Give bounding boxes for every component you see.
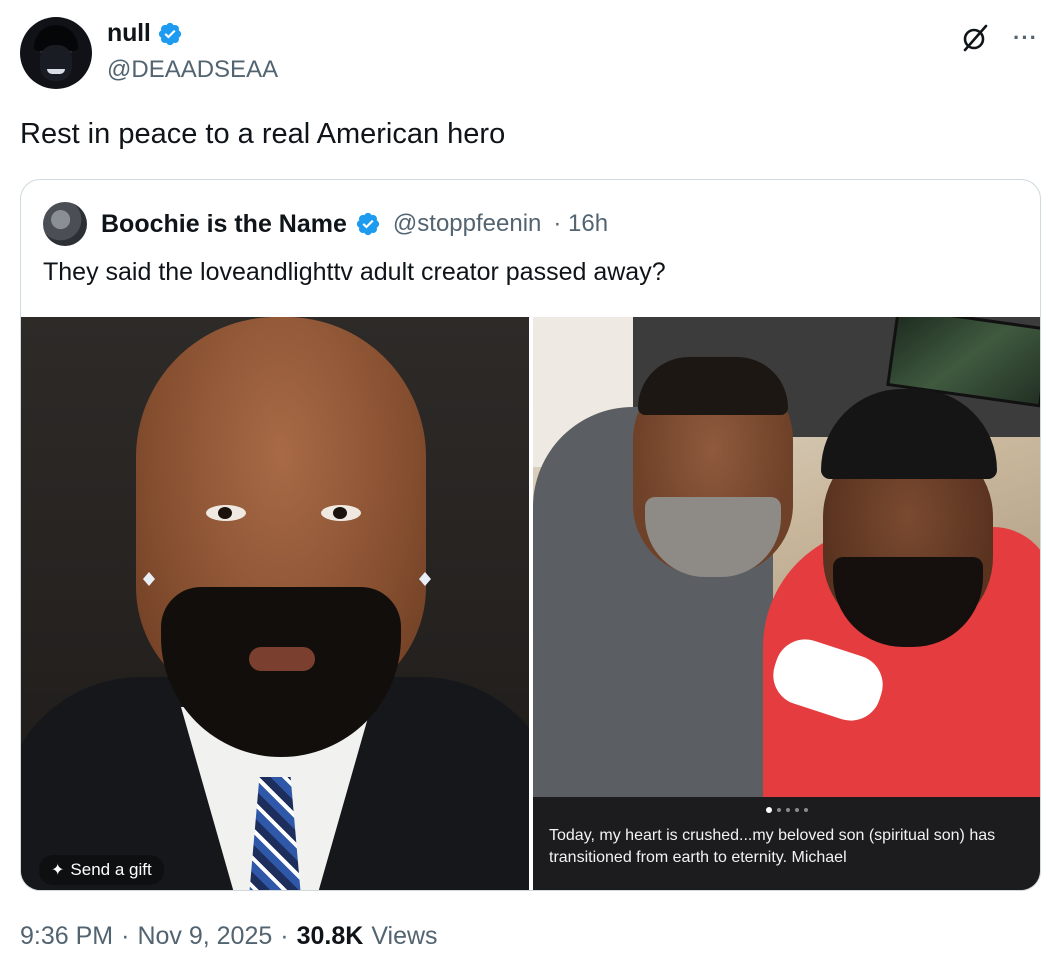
quote-author-avatar[interactable]: [43, 202, 87, 246]
send-gift-button[interactable]: ✦ Send a gift: [39, 855, 164, 885]
tweet-time[interactable]: 9:36 PM: [20, 922, 113, 951]
photo-person-1-hair: [638, 357, 788, 415]
avatar-grin: [47, 69, 65, 74]
author-display-name[interactable]: null: [107, 19, 151, 48]
tweet-text: Rest in peace to a real American hero: [20, 118, 506, 150]
carousel-dot: [776, 808, 781, 812]
quote-media: ✦ Send a gift Today, my heart is crushed…: [21, 317, 1040, 890]
quote-age[interactable]: · 16h: [553, 210, 608, 238]
verified-badge-icon: [158, 22, 181, 45]
meta-separator: ·: [280, 922, 289, 950]
author-avatar[interactable]: [20, 17, 92, 89]
carousel-dot: [785, 808, 790, 812]
grok-icon[interactable]: [959, 22, 991, 54]
gift-icon: ✦: [51, 862, 65, 879]
quote-header: Boochie is the Name @stoppfeenin · 16h: [43, 202, 608, 246]
carousel-dot: [765, 807, 772, 813]
avatar-face: [40, 45, 72, 81]
quote-author-display-name[interactable]: Boochie is the Name: [101, 210, 347, 239]
tweet-date[interactable]: Nov 9, 2025: [137, 922, 272, 951]
views-count: 30.8K: [296, 922, 364, 950]
quote-text: They said the loveandlighttv adult creat…: [43, 258, 666, 286]
tweet-meta: 9:36 PM · Nov 9, 2025 · 30.8K Views: [20, 922, 438, 951]
carousel-dots: [549, 797, 1024, 819]
portrait-eye-left: [206, 505, 246, 521]
media-photo-2[interactable]: Today, my heart is crushed...my beloved …: [533, 317, 1040, 890]
portrait-mouth: [249, 647, 315, 671]
photo-caption-text: Today, my heart is crushed...my beloved …: [549, 827, 996, 866]
tweet-actions-top: ···: [959, 22, 1038, 54]
photo-caption-panel: Today, my heart is crushed...my beloved …: [533, 797, 1040, 890]
author-name-row: null: [107, 19, 183, 48]
send-gift-label: Send a gift: [70, 860, 152, 879]
quote-author-handle[interactable]: @stoppfeenin: [393, 210, 541, 238]
media-photo-1[interactable]: ✦ Send a gift: [21, 317, 529, 890]
carousel-dot: [794, 808, 799, 812]
portrait-eye-right: [321, 505, 361, 521]
meta-separator: ·: [121, 922, 130, 950]
verified-badge-icon: [356, 212, 380, 236]
quote-tweet-card[interactable]: Boochie is the Name @stoppfeenin · 16h T…: [20, 179, 1041, 891]
more-icon[interactable]: ···: [1013, 27, 1038, 49]
views-label: Views: [371, 922, 438, 950]
carousel-dot: [803, 808, 808, 812]
author-handle[interactable]: @DEAADSEAA: [107, 56, 278, 84]
